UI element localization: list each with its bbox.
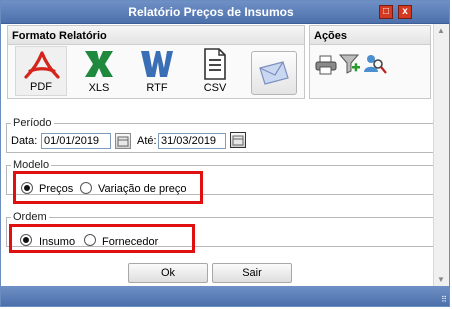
ate-label: Até: [137, 135, 157, 147]
acoes-heading: Ações [310, 26, 430, 45]
radio-precos-label: Preços [39, 183, 74, 195]
csv-document-icon [204, 48, 226, 80]
title-bar[interactable]: Relatório Preços de Insumos □ x [1, 1, 449, 24]
maximize-button[interactable]: □ [379, 5, 393, 19]
radio-insumo[interactable] [20, 234, 32, 246]
xls-button[interactable]: XLS [73, 46, 125, 96]
calendar-start-icon[interactable] [115, 133, 131, 149]
sair-button[interactable]: Sair [212, 263, 292, 283]
radio-variacao-label: Variação de preço [98, 183, 187, 195]
data-end-input[interactable] [158, 133, 226, 149]
ok-button[interactable]: Ok [128, 263, 208, 283]
filter-add-icon[interactable] [339, 53, 361, 75]
report-window: Relatório Preços de Insumos □ x Formato … [0, 0, 450, 307]
email-button[interactable] [251, 51, 297, 95]
email-envelope-icon [259, 61, 289, 85]
resize-grip-icon[interactable]: ⠿ [441, 295, 447, 304]
radio-fornecedor-label: Fornecedor [102, 236, 159, 248]
xls-label: XLS [88, 82, 110, 94]
status-bar: ⠿ [1, 286, 449, 306]
rtf-button[interactable]: RTF [131, 46, 183, 96]
radio-insumo-label: Insumo [39, 236, 76, 248]
ordem-legend: Ordem [11, 211, 49, 223]
modelo-legend: Modelo [11, 159, 52, 171]
rtf-label: RTF [146, 82, 168, 94]
periodo-legend: Período [11, 117, 54, 129]
radio-fornecedor[interactable] [84, 234, 96, 246]
pdf-label: PDF [30, 81, 52, 93]
calendar-end-icon[interactable] [230, 132, 246, 148]
close-button[interactable]: x [398, 5, 412, 19]
window-title: Relatório Preços de Insumos [128, 5, 294, 19]
csv-label: CSV [203, 82, 227, 94]
csv-button[interactable]: CSV [189, 46, 241, 96]
scroll-up-icon[interactable]: ▲ [437, 26, 445, 35]
radio-precos[interactable] [21, 182, 33, 194]
word-icon [141, 51, 173, 77]
pdf-icon [24, 51, 60, 79]
scroll-down-icon[interactable]: ▼ [437, 275, 445, 284]
pdf-button[interactable]: PDF [15, 46, 67, 96]
excel-icon [85, 51, 113, 77]
search-user-icon[interactable] [363, 53, 387, 75]
data-start-input[interactable] [41, 133, 111, 149]
formato-heading: Formato Relatório [8, 26, 304, 45]
vertical-scrollbar[interactable]: ▲ ▼ [433, 24, 449, 286]
printer-icon[interactable] [315, 55, 337, 75]
data-label: Data: [11, 135, 38, 147]
radio-variacao[interactable] [80, 182, 92, 194]
